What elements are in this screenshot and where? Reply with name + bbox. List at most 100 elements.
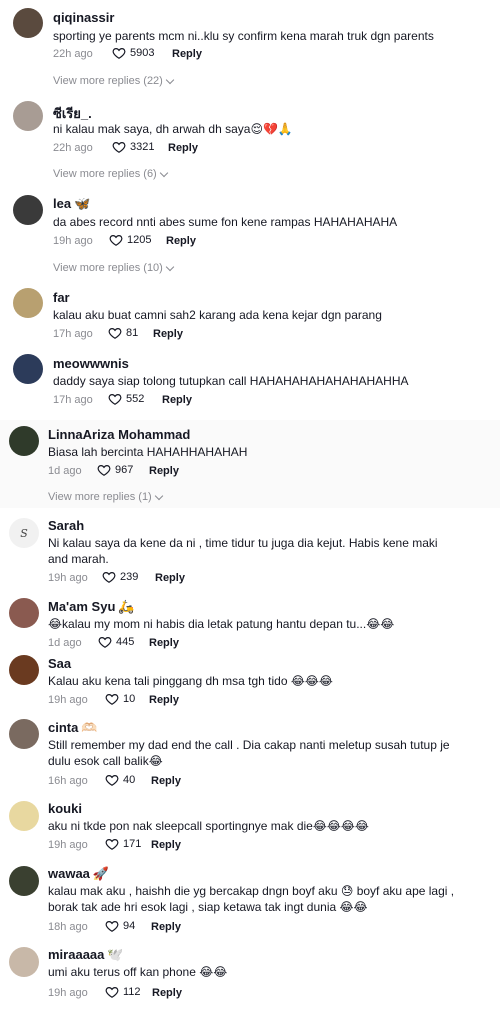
username-text: Ma'am Syu xyxy=(48,599,116,614)
chevron-down-icon xyxy=(159,168,168,177)
view-more-replies-label: View more replies (10) xyxy=(53,262,163,274)
comment-username[interactable]: LinnaAriza Mohammad xyxy=(48,427,190,442)
view-more-replies-label: View more replies (6) xyxy=(53,168,157,180)
like-count: 171 xyxy=(123,838,142,850)
comment-text: aku ni tkde pon nak sleepcall sportingny… xyxy=(48,819,369,833)
comment-username[interactable]: meowwwnis xyxy=(53,356,129,371)
avatar[interactable] xyxy=(9,426,39,456)
comment-text: daddy saya siap tolong tutupkan call HAH… xyxy=(53,374,409,388)
comment-time: 17h ago xyxy=(53,328,93,340)
comment-text: kalau mak aku , haishh die yg bercakap d… xyxy=(48,884,455,914)
like-count: 445 xyxy=(116,636,135,648)
reply-button[interactable]: Reply xyxy=(153,328,183,340)
avatar[interactable] xyxy=(9,719,39,749)
view-more-replies[interactable]: View more replies (22) xyxy=(53,75,175,87)
heart-icon xyxy=(108,328,122,339)
view-more-replies-label: View more replies (1) xyxy=(48,491,152,503)
like-button[interactable]: 171 xyxy=(105,837,141,851)
heart-icon xyxy=(97,465,111,476)
reply-button[interactable]: Reply xyxy=(149,694,179,706)
comment-time: 19h ago xyxy=(48,694,88,706)
avatar[interactable] xyxy=(13,195,43,225)
like-count: 239 xyxy=(120,571,139,583)
avatar[interactable] xyxy=(9,801,39,831)
chevron-down-icon xyxy=(154,491,163,500)
like-button[interactable]: 239 xyxy=(102,570,138,584)
username-text: cinta xyxy=(48,720,79,735)
comment-username[interactable]: Sarah xyxy=(48,518,84,533)
heart-icon xyxy=(108,394,122,405)
comment-username[interactable]: Ma'am Syu 🛵 xyxy=(48,599,135,615)
reply-button[interactable]: Reply xyxy=(166,235,196,247)
reply-button[interactable]: Reply xyxy=(168,142,198,154)
like-count: 112 xyxy=(123,986,141,998)
like-button[interactable]: 94 xyxy=(105,919,135,933)
comment-username[interactable]: wawaa 🚀 xyxy=(48,866,109,882)
like-count: 40 xyxy=(123,774,136,786)
reply-button[interactable]: Reply xyxy=(162,394,192,406)
avatar[interactable] xyxy=(9,866,39,896)
comment-time: 17h ago xyxy=(53,394,93,406)
comment-username[interactable]: qiqinassir xyxy=(53,10,114,25)
heart-icon xyxy=(105,775,119,786)
reply-button[interactable]: Reply xyxy=(149,637,179,649)
reply-button[interactable]: Reply xyxy=(152,987,182,999)
heart-icon xyxy=(112,48,126,59)
heart-icon xyxy=(112,142,126,153)
like-button[interactable]: 40 xyxy=(105,773,135,787)
comment-username[interactable]: kouki xyxy=(48,801,82,816)
heart-icon xyxy=(109,235,123,246)
like-button[interactable]: 5903 xyxy=(112,46,154,60)
heart-icon xyxy=(102,572,116,583)
view-more-replies[interactable]: View more replies (10) xyxy=(53,262,175,274)
avatar[interactable] xyxy=(13,8,43,38)
avatar[interactable] xyxy=(13,288,43,318)
reply-button[interactable]: Reply xyxy=(151,921,181,933)
comment-time: 16h ago xyxy=(48,775,88,787)
like-button[interactable]: 445 xyxy=(98,635,134,649)
heart-icon xyxy=(98,637,112,648)
comment-time: 22h ago xyxy=(53,48,93,60)
comment-text: sporting ye parents mcm ni..klu sy confi… xyxy=(53,29,434,43)
reply-button[interactable]: Reply xyxy=(151,775,181,787)
avatar[interactable] xyxy=(13,101,43,131)
reply-button[interactable]: Reply xyxy=(151,839,181,851)
like-button[interactable]: 3321 xyxy=(112,140,154,154)
like-button[interactable]: 112 xyxy=(105,985,141,999)
reply-button[interactable]: Reply xyxy=(149,465,179,477)
comment-username[interactable]: lea 🦋 xyxy=(53,196,90,212)
comment-text: Ni kalau saya da kene da ni , time tidur… xyxy=(48,536,438,566)
reply-button[interactable]: Reply xyxy=(172,48,202,60)
reply-button[interactable]: Reply xyxy=(155,572,185,584)
avatar[interactable] xyxy=(13,354,43,384)
like-button[interactable]: 10 xyxy=(105,692,135,706)
like-count: 5903 xyxy=(130,47,155,59)
like-button[interactable]: 967 xyxy=(97,463,133,477)
avatar[interactable] xyxy=(9,947,39,977)
username-emoji: 🫶🏻 xyxy=(81,720,98,735)
like-button[interactable]: 552 xyxy=(108,392,144,406)
comment-username[interactable]: far xyxy=(53,290,70,305)
comment-username[interactable]: Saa xyxy=(48,656,71,671)
like-button[interactable]: 1205 xyxy=(109,233,151,247)
heart-icon xyxy=(105,987,119,998)
comment-text: da abes record nnti abes sume fon kene r… xyxy=(53,215,398,229)
username-text: wawaa xyxy=(48,866,90,881)
comment-text: Kalau aku kena tali pinggang dh msa tgh … xyxy=(48,674,333,688)
username-emoji: 🛵 xyxy=(118,599,135,614)
comment-username[interactable]: cinta 🫶🏻 xyxy=(48,720,98,736)
comment-time: 1d ago xyxy=(48,465,82,477)
like-count: 10 xyxy=(123,693,136,705)
comment-text: Biasa lah bercinta HAHAHHAHAHAH xyxy=(48,445,248,459)
like-count: 552 xyxy=(126,393,145,405)
username-emoji: 🚀 xyxy=(92,866,110,881)
like-count: 1205 xyxy=(127,234,152,246)
view-more-replies[interactable]: View more replies (1) xyxy=(48,491,163,503)
avatar[interactable] xyxy=(9,655,39,685)
comment-username[interactable]: miraaaaa 🕊️ xyxy=(48,947,124,963)
avatar[interactable]: S xyxy=(9,518,39,548)
avatar[interactable] xyxy=(9,598,39,628)
like-button[interactable]: 81 xyxy=(108,326,138,340)
view-more-replies[interactable]: View more replies (6) xyxy=(53,168,168,180)
like-count: 3321 xyxy=(130,141,155,153)
